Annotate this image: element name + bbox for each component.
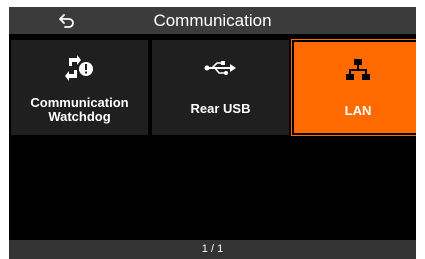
tile-lan[interactable]: LAN	[291, 39, 416, 136]
tile-communication-watchdog[interactable]: Communication Watchdog	[11, 40, 148, 135]
tile-label: LAN	[344, 103, 372, 118]
watchdog-icon	[64, 55, 93, 81]
tile-label: Rear USB	[190, 101, 251, 116]
network-icon	[346, 59, 370, 80]
device-screen: Communication Communication Watchdog Rea…	[9, 7, 416, 259]
title-bar: Communication	[9, 7, 416, 34]
back-arrow-icon	[59, 13, 74, 28]
page-indicator: 1 / 1	[9, 240, 416, 259]
usb-icon	[204, 61, 236, 75]
tile-label: Communication Watchdog	[11, 96, 148, 124]
tile-label-line2: Watchdog	[48, 109, 111, 124]
tile-rear-usb[interactable]: Rear USB	[152, 40, 289, 135]
tile-label-line1: Communication	[30, 95, 129, 110]
back-button[interactable]	[47, 7, 87, 34]
